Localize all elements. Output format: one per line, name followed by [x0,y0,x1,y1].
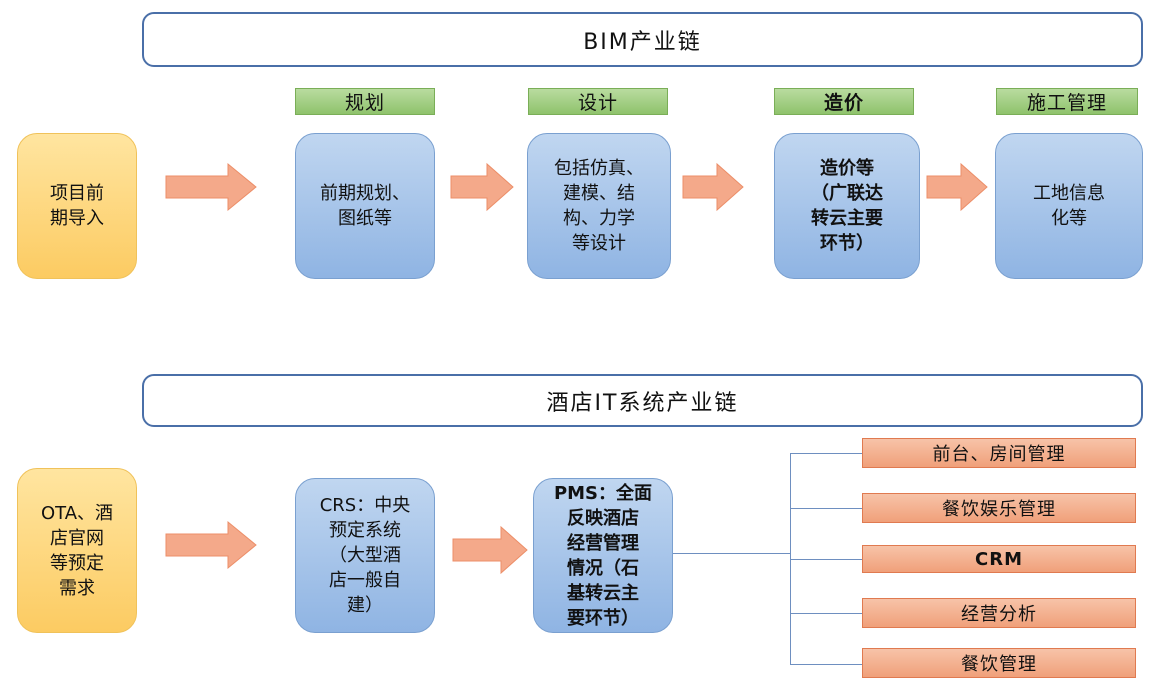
bim-cost-box: 造价等 （广联达 转云主要 环节） [774,133,920,279]
hotel-crs-box: CRS：中央 预定系统 （大型酒 店一般自 建） [295,478,435,633]
bim-start-box: 项目前 期导入 [17,133,137,279]
arrow-right-icon [682,162,744,212]
module-dining: 餐饮管理 [862,648,1136,678]
phase-label-design: 设计 [528,88,668,115]
arrow-right-icon [452,525,528,575]
bim-design-box: 包括仿真、 建模、结 构、力学 等设计 [527,133,671,279]
arrow-right-icon [926,162,988,212]
bim-construction-box: 工地信息 化等 [995,133,1143,279]
bim-banner: BIM产业链 [142,12,1143,67]
connector-line [790,559,862,560]
connector-line [790,613,862,614]
bim-plan-text: 前期规划、 图纸等 [320,183,410,229]
connector-line [790,664,862,665]
bim-banner-title: BIM产业链 [583,29,702,55]
phase-label-cost: 造价 [774,88,914,115]
hotel-start-text: OTA、酒 店官网 等预定 需求 [40,502,114,599]
hotel-crs-text: CRS：中央 预定系统 （大型酒 店一般自 建） [319,495,411,616]
phase-label-plan: 规划 [295,88,435,115]
bim-start-text: 项目前 期导入 [50,183,104,229]
phase-label-construction: 施工管理 [996,88,1138,115]
module-dining-entertainment: 餐饮娱乐管理 [862,493,1136,523]
bim-design-text: 包括仿真、 建模、结 构、力学 等设计 [554,158,644,254]
connector-line [673,553,791,554]
connector-line [790,453,862,454]
arrow-right-icon [165,162,257,212]
module-business-analysis: 经营分析 [862,598,1136,628]
hotel-banner-title: 酒店IT系统产业链 [546,390,739,416]
bim-plan-box: 前期规划、 图纸等 [295,133,435,279]
bim-construction-text: 工地信息 化等 [1033,183,1105,229]
connector-line [790,508,862,509]
hotel-banner: 酒店IT系统产业链 [142,374,1143,427]
module-front-desk: 前台、房间管理 [862,438,1136,468]
arrow-right-icon [450,162,514,212]
module-crm: CRM [862,545,1136,573]
bim-cost-text: 造价等 （广联达 转云主要 环节） [811,158,883,254]
arrow-right-icon [165,520,257,570]
hotel-start-box: OTA、酒 店官网 等预定 需求 [17,468,137,633]
hotel-pms-box: PMS：全面 反映酒店 经营管理 情况（石 基转云主 要环节） [533,478,673,633]
hotel-pms-text: PMS：全面 反映酒店 经营管理 情况（石 基转云主 要环节） [553,482,653,629]
